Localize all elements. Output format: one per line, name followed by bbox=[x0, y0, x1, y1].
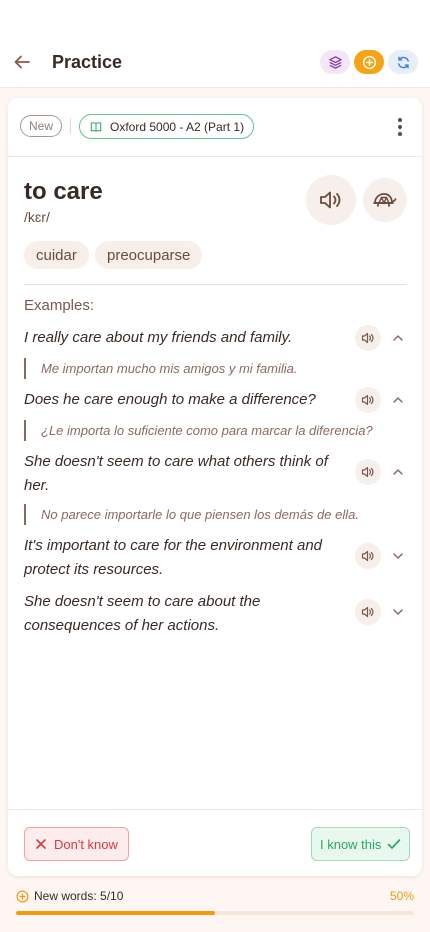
deck-name: Oxford 5000 - A2 (Part 1) bbox=[110, 119, 245, 134]
card-meta-bar: New Oxford 5000 - A2 (Part 1) bbox=[8, 98, 422, 157]
speak-example-button[interactable] bbox=[355, 387, 381, 413]
chevron-down-icon bbox=[393, 553, 403, 559]
plus-circle-icon bbox=[362, 55, 376, 69]
divider bbox=[24, 284, 406, 285]
speak-example-button[interactable] bbox=[355, 459, 381, 485]
speak-example-button[interactable] bbox=[355, 543, 381, 569]
book-icon bbox=[90, 121, 102, 132]
collapse-example-button[interactable] bbox=[389, 329, 407, 347]
know-this-label: I know this bbox=[320, 836, 382, 852]
speaker-icon bbox=[361, 606, 374, 618]
dot bbox=[398, 118, 402, 122]
card-actions: Don't know I know this bbox=[8, 809, 422, 876]
dont-know-label: Don't know bbox=[54, 836, 118, 852]
more-options-button[interactable] bbox=[390, 116, 410, 138]
progress-info: New words: 5/10 bbox=[16, 889, 123, 903]
collapse-example-button[interactable] bbox=[389, 391, 407, 409]
speak-example-button[interactable] bbox=[355, 599, 381, 625]
example-sentence: I really care about my friends and famil… bbox=[24, 329, 293, 346]
back-button[interactable] bbox=[10, 50, 34, 74]
dot bbox=[398, 125, 402, 129]
add-words-button[interactable] bbox=[354, 50, 384, 74]
examples-heading: Examples: bbox=[24, 297, 95, 314]
layers-icon bbox=[328, 55, 342, 69]
example-sentence: It's important to care for the environme… bbox=[24, 537, 323, 578]
plus-circle-icon bbox=[16, 890, 29, 902]
translation-tag: cuidar bbox=[24, 241, 89, 269]
example-translation: ¿Le importa lo suficiente como para marc… bbox=[24, 420, 396, 441]
chevron-down-icon bbox=[393, 609, 403, 615]
translation-tag: preocuparse bbox=[95, 241, 203, 269]
example-sentence: She doesn't seem to care about the conse… bbox=[24, 593, 261, 634]
decks-button[interactable] bbox=[320, 50, 350, 74]
example-sentence: She doesn't seem to care what others thi… bbox=[24, 453, 328, 494]
chevron-up-icon bbox=[393, 469, 403, 475]
word-title: to care bbox=[24, 178, 103, 205]
deck-badge[interactable]: Oxford 5000 - A2 (Part 1) bbox=[79, 114, 255, 139]
progress-percent: 50% bbox=[389, 889, 414, 903]
chevron-up-icon bbox=[393, 335, 403, 341]
know-this-button[interactable]: I know this bbox=[311, 827, 411, 861]
example-sentence: Does he care enough to make a difference… bbox=[24, 391, 316, 408]
dot bbox=[398, 132, 402, 136]
page-title: Practice bbox=[52, 52, 123, 72]
collapse-example-button[interactable] bbox=[389, 463, 407, 481]
arrow-left-icon bbox=[14, 55, 30, 69]
check-icon bbox=[388, 839, 401, 849]
refresh-button[interactable] bbox=[388, 50, 418, 74]
speak-word-button[interactable] bbox=[306, 175, 356, 225]
expand-example-button[interactable] bbox=[389, 603, 407, 621]
divider bbox=[70, 118, 71, 134]
flashcard: New Oxford 5000 - A2 (Part 1) to care /k… bbox=[8, 98, 422, 876]
refresh-icon bbox=[397, 56, 409, 68]
progress-bar-fill bbox=[16, 911, 215, 915]
app-header: Practice bbox=[0, 0, 430, 88]
speaker-icon bbox=[320, 191, 341, 209]
speak-slow-button[interactable] bbox=[363, 178, 407, 222]
example-translation: Me importan mucho mis amigos y mi famili… bbox=[24, 358, 396, 379]
speaker-icon bbox=[361, 550, 374, 562]
x-icon bbox=[36, 839, 46, 849]
speak-example-button[interactable] bbox=[355, 325, 381, 351]
example-translation: No parece importarle lo que piensen los … bbox=[24, 504, 396, 525]
speaker-icon bbox=[361, 394, 374, 406]
progress-bar bbox=[16, 911, 414, 915]
progress-label: New words: 5/10 bbox=[34, 889, 124, 903]
phonetic-transcription: /kɛr/ bbox=[24, 209, 50, 225]
dont-know-button[interactable]: Don't know bbox=[24, 827, 129, 861]
expand-example-button[interactable] bbox=[389, 547, 407, 565]
turtle-icon bbox=[373, 193, 397, 207]
speaker-icon bbox=[361, 466, 374, 478]
chevron-up-icon bbox=[393, 397, 403, 403]
speaker-icon bbox=[361, 332, 374, 344]
status-badge: New bbox=[20, 115, 63, 137]
